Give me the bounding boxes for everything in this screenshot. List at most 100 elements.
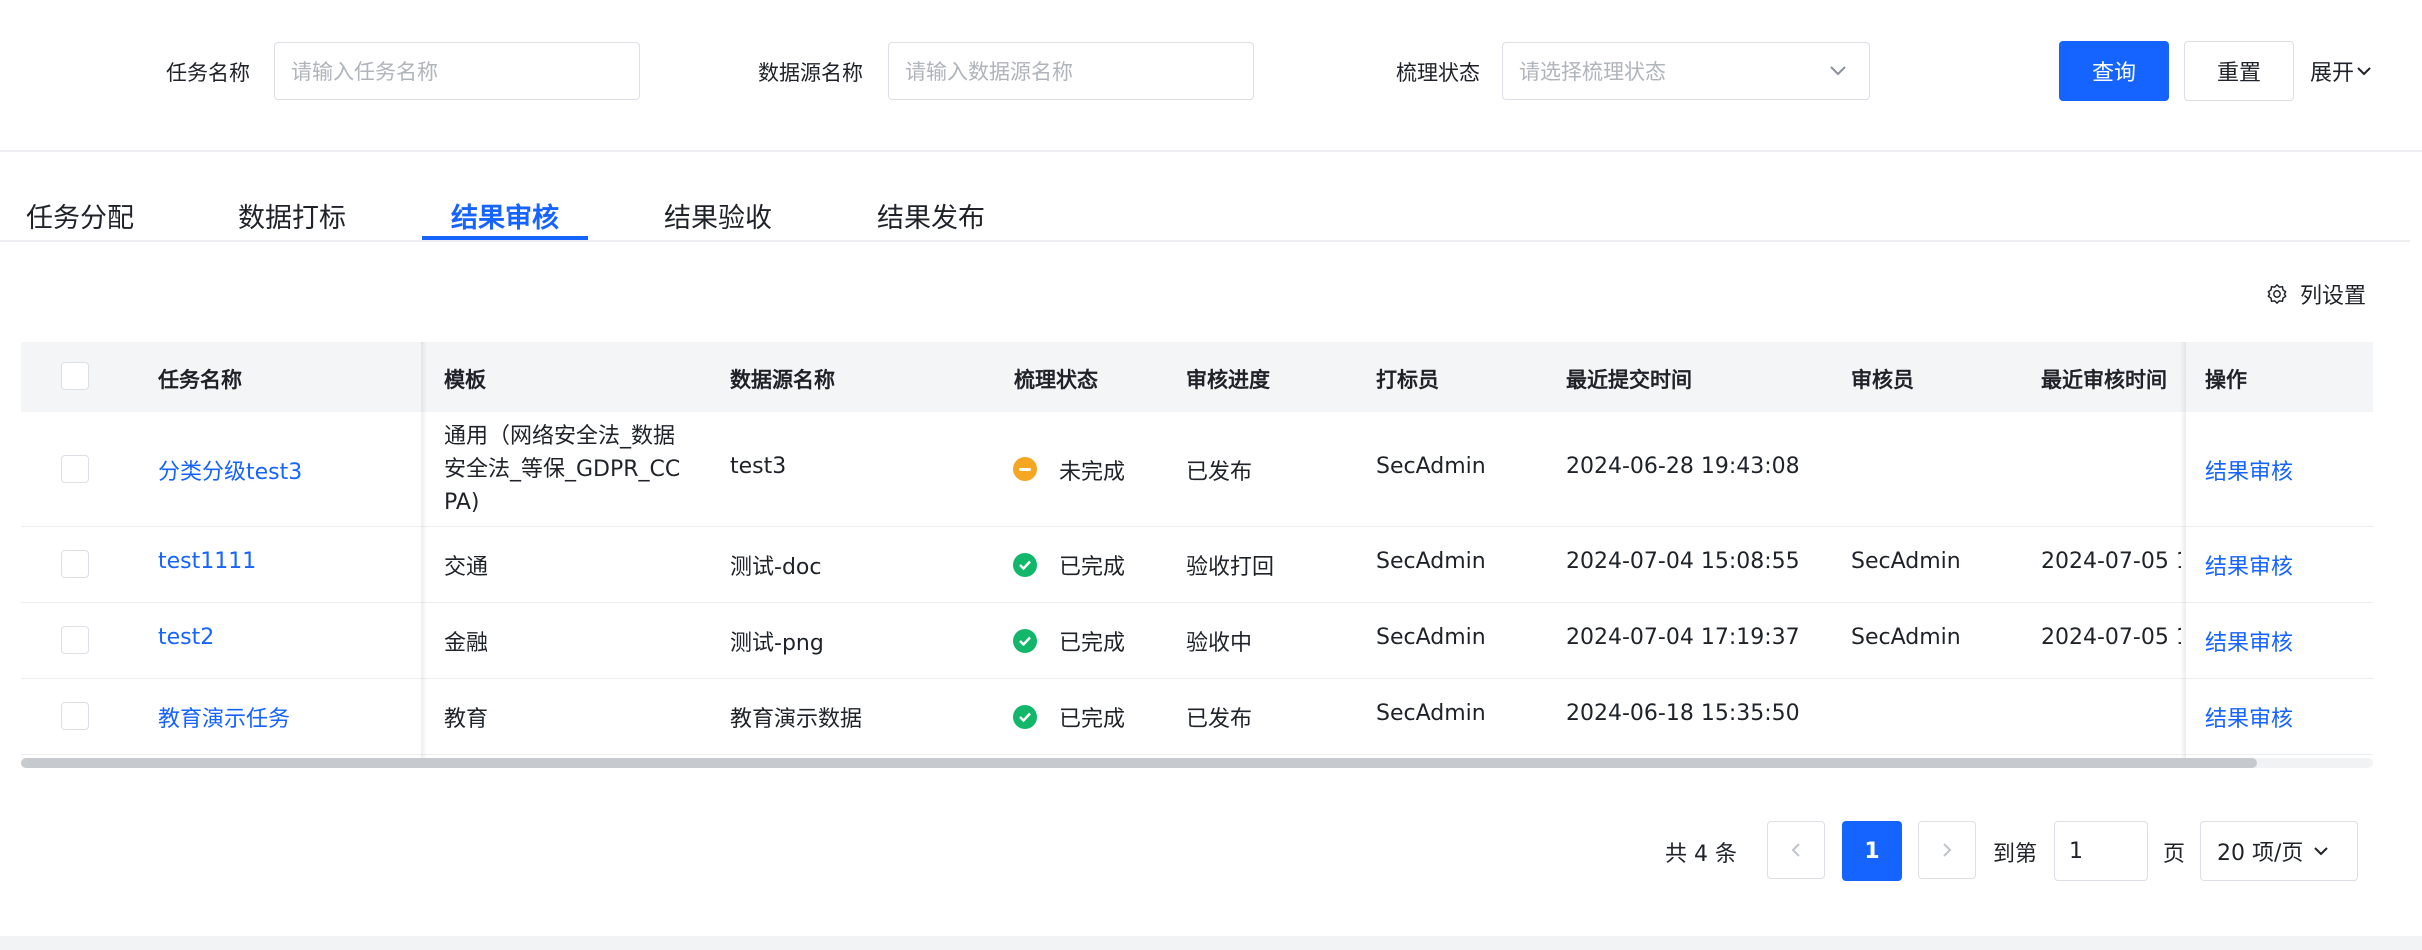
status-cell: 已完成 (1059, 707, 1126, 732)
col-review-time: 最近审核时间 (2041, 368, 2167, 392)
task-name-input[interactable]: 请输入任务名称 (274, 42, 640, 100)
review-action-link[interactable]: 结果审核 (2205, 549, 2293, 581)
progress-cell: 验收中 (1186, 631, 1253, 656)
row-checkbox[interactable] (61, 626, 89, 654)
reviewer-cell: SecAdmin (1851, 625, 1961, 650)
template-line: 通用（网络安全法_数据 (444, 424, 676, 449)
review-action-link[interactable]: 结果审核 (2205, 701, 2293, 733)
fixed-column-shadow (2180, 342, 2186, 758)
footer-band (0, 936, 2422, 950)
chevron-down-icon (2357, 67, 2371, 76)
goto-page-input[interactable]: 1 (2054, 821, 2148, 881)
submit-time-cell: 2024-07-04 15:08:55 (1566, 549, 1800, 574)
template-cell: 通用（网络安全法_数据 安全法_等保_GDPR_CC PA) (444, 420, 680, 519)
review-action-link[interactable]: 结果审核 (2205, 625, 2293, 657)
chevron-down-icon (2314, 847, 2329, 856)
task-name-label: 任务名称 (166, 61, 250, 85)
tab-result-review[interactable]: 结果审核 (451, 196, 559, 235)
template-cell: 交通 (444, 555, 489, 580)
status-cell: 已完成 (1059, 555, 1126, 580)
gear-icon (2267, 284, 2287, 304)
task-name-placeholder: 请输入任务名称 (291, 60, 438, 84)
col-datasource: 数据源名称 (730, 368, 835, 392)
table-header: 任务名称 模板 数据源名称 梳理状态 审核进度 打标员 最近提交时间 审核员 最… (21, 342, 2373, 412)
datasource-cell: 测试-doc (730, 555, 822, 580)
tabs-divider (0, 240, 2410, 242)
page-size-select[interactable]: 20 项/页 (2200, 821, 2358, 881)
check-circle-icon (1013, 629, 1037, 653)
chevron-right-icon (1943, 843, 1952, 857)
table-row: 教育演示任务 教育 教育演示数据 已完成 已发布 SecAdmin 2024-0… (21, 678, 2373, 755)
pending-icon (1013, 457, 1037, 481)
table-row: test2 金融 测试-png 已完成 验收中 SecAdmin 2024-07… (21, 602, 2373, 679)
col-submit-time: 最近提交时间 (1566, 368, 1692, 392)
status-label: 梳理状态 (1396, 61, 1480, 85)
task-name-link[interactable]: 教育演示任务 (158, 701, 290, 733)
col-task-name: 任务名称 (158, 368, 242, 392)
submit-time-cell: 2024-06-28 19:43:08 (1566, 454, 1800, 479)
col-action: 操作 (2205, 368, 2247, 392)
prev-page-button[interactable] (1767, 821, 1825, 879)
chevron-left-icon (1791, 843, 1800, 857)
row-checkbox[interactable] (61, 702, 89, 730)
template-cell: 金融 (444, 631, 489, 656)
tab-result-publish[interactable]: 结果发布 (877, 196, 985, 235)
row-checkbox[interactable] (61, 455, 89, 483)
progress-cell: 验收打回 (1186, 555, 1275, 580)
datasource-cell: test3 (730, 454, 787, 479)
goto-label: 到第 (1993, 842, 2038, 867)
submit-time-cell: 2024-06-18 15:35:50 (1566, 701, 1800, 726)
horizontal-scrollbar-thumb[interactable] (21, 758, 2257, 768)
reviewer-cell: SecAdmin (1851, 549, 1961, 574)
page-suffix: 页 (2163, 842, 2186, 867)
labeler-cell: SecAdmin (1376, 454, 1486, 479)
datasource-cell: 教育演示数据 (730, 707, 863, 732)
tab-result-accept[interactable]: 结果验收 (664, 196, 772, 235)
fixed-column-shadow (421, 342, 427, 758)
submit-time-cell: 2024-07-04 17:19:37 (1566, 625, 1800, 650)
goto-page-value: 1 (2069, 838, 2083, 864)
datasource-input[interactable]: 请输入数据源名称 (888, 42, 1254, 100)
col-reviewer: 审核员 (1851, 368, 1914, 392)
datasource-placeholder: 请输入数据源名称 (905, 60, 1073, 84)
datasource-cell: 测试-png (730, 631, 824, 656)
status-cell: 未完成 (1059, 460, 1126, 485)
progress-cell: 已发布 (1186, 707, 1253, 732)
datasource-label: 数据源名称 (758, 61, 863, 85)
task-name-link[interactable]: test1111 (158, 549, 256, 574)
review-time-cell: 2024-07-05 1 (2041, 625, 2181, 650)
table-row: 分类分级test3 通用（网络安全法_数据 安全法_等保_GDPR_CC PA)… (21, 412, 2373, 527)
filter-divider (0, 150, 2422, 152)
task-name-link[interactable]: 分类分级test3 (158, 454, 302, 486)
review-time-cell: 2024-07-05 1 (2041, 549, 2181, 574)
status-placeholder: 请选择梳理状态 (1519, 60, 1666, 84)
tab-task-assign[interactable]: 任务分配 (26, 196, 134, 235)
reset-button[interactable]: 重置 (2184, 41, 2294, 101)
status-cell: 已完成 (1059, 631, 1126, 656)
col-progress: 审核进度 (1186, 368, 1270, 392)
labeler-cell: SecAdmin (1376, 701, 1486, 726)
page-1-button[interactable]: 1 (1842, 821, 1902, 881)
check-circle-icon (1013, 705, 1037, 729)
col-status: 梳理状态 (1014, 368, 1098, 392)
progress-cell: 已发布 (1186, 460, 1253, 485)
select-all-checkbox[interactable] (61, 362, 89, 390)
status-select[interactable]: 请选择梳理状态 (1502, 42, 1870, 100)
task-name-link[interactable]: test2 (158, 625, 214, 650)
chevron-down-icon (1830, 66, 1846, 76)
expand-label: 展开 (2310, 61, 2355, 86)
column-settings-button[interactable]: 列设置 (2266, 278, 2366, 310)
col-labeler: 打标员 (1376, 368, 1439, 392)
row-checkbox[interactable] (61, 550, 89, 578)
tab-data-label[interactable]: 数据打标 (238, 196, 346, 235)
next-page-button[interactable] (1918, 821, 1976, 879)
query-button[interactable]: 查询 (2059, 41, 2169, 101)
review-action-link[interactable]: 结果审核 (2205, 454, 2293, 486)
template-line: 安全法_等保_GDPR_CC (444, 457, 681, 482)
labeler-cell: SecAdmin (1376, 549, 1486, 574)
column-settings-label: 列设置 (2300, 284, 2367, 309)
expand-button[interactable]: 展开 (2310, 55, 2372, 87)
labeler-cell: SecAdmin (1376, 625, 1486, 650)
table-row: test1111 交通 测试-doc 已完成 验收打回 SecAdmin 202… (21, 526, 2373, 603)
check-circle-icon (1013, 553, 1037, 577)
